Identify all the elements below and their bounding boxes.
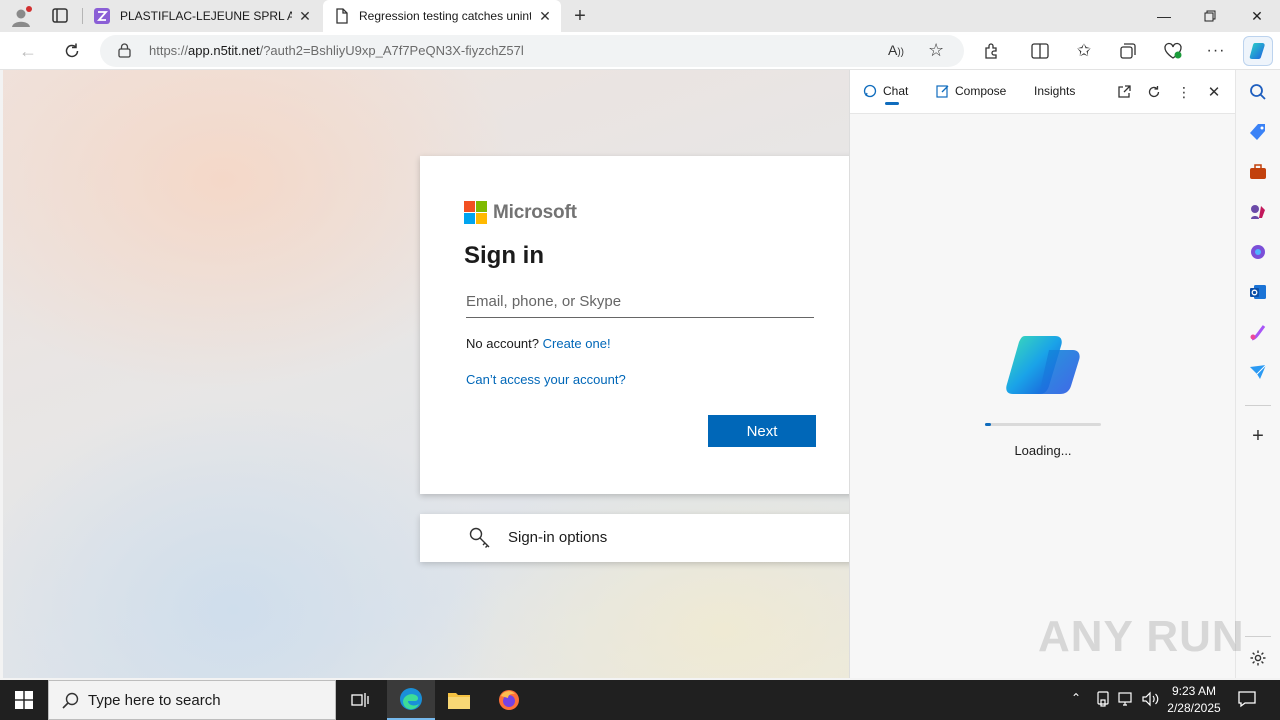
tab-actions-icon xyxy=(52,8,68,23)
back-arrow-icon[interactable]: ← xyxy=(14,37,42,65)
pane-more-icon[interactable]: ⋮ xyxy=(1174,82,1194,102)
microsoft-logo-icon xyxy=(464,201,487,224)
tab-title: PLASTIFLAC-LEJEUNE SPRL Accè xyxy=(120,9,292,23)
active-tab-indicator xyxy=(885,102,899,105)
refresh-icon[interactable] xyxy=(58,37,86,65)
sidebar-games-icon[interactable] xyxy=(1248,202,1268,222)
screen: PLASTIFLAC-LEJEUNE SPRL Accè ✕ Regressio… xyxy=(0,0,1280,720)
sidebar-shopping-icon[interactable] xyxy=(1248,122,1268,142)
tray-network-icon[interactable] xyxy=(1118,691,1136,710)
edge-sidebar: + xyxy=(1235,70,1280,678)
close-tab-icon[interactable]: ✕ xyxy=(297,8,313,24)
tray-volume-icon[interactable] xyxy=(1142,691,1160,710)
tab-insights[interactable]: Insights xyxy=(1034,84,1075,98)
restore-icon[interactable] xyxy=(1187,0,1233,32)
address-bar[interactable]: https://app.n5tit.net/?auth2=BshliyU9xp_… xyxy=(100,35,964,67)
microsoft-logo: Microsoft xyxy=(464,201,577,224)
key-icon xyxy=(468,526,492,555)
firefox-icon[interactable] xyxy=(485,680,533,720)
lock-icon[interactable] xyxy=(118,43,131,63)
sidebar-divider xyxy=(1245,405,1271,406)
search-placeholder: Type here to search xyxy=(88,692,221,709)
sidebar-send-icon[interactable] xyxy=(1248,362,1268,382)
browser-toolbar: ← https://app.n5tit.net/?auth2=BshliyU9x… xyxy=(0,32,1280,70)
tab-regression-testing[interactable]: Regression testing catches unint ✕ xyxy=(323,0,561,32)
tab-strip: PLASTIFLAC-LEJEUNE SPRL Accè ✕ Regressio… xyxy=(0,0,1280,32)
close-tab-icon[interactable]: ✕ xyxy=(537,8,553,24)
page-favicon-icon xyxy=(335,8,349,24)
email-input[interactable] xyxy=(466,286,814,318)
copilot-pane: Chat Compose Insights ⋮ ✕ Loading... xyxy=(849,70,1236,678)
task-view-icon[interactable] xyxy=(336,680,384,720)
no-account-text: No account? Create one! xyxy=(466,336,611,351)
signin-title: Sign in xyxy=(464,242,544,269)
clock-date: 2/28/2025 xyxy=(1167,701,1221,715)
tray-chevron-up-icon[interactable]: ⌃ xyxy=(1071,691,1081,705)
tab-separator xyxy=(82,8,83,24)
create-account-link[interactable]: Create one! xyxy=(543,336,611,351)
read-aloud-icon[interactable]: A)) xyxy=(888,42,904,58)
signin-options-label: Sign-in options xyxy=(508,529,608,546)
next-button[interactable]: Next xyxy=(708,415,816,447)
split-screen-icon[interactable] xyxy=(1026,37,1054,65)
sidebar-designer-icon[interactable] xyxy=(1248,322,1268,342)
search-icon xyxy=(62,692,79,714)
brand-name: Microsoft xyxy=(493,201,577,223)
new-tab-plus-icon[interactable]: + xyxy=(570,6,590,26)
sidebar-search-icon[interactable] xyxy=(1248,82,1268,102)
clock-time: 9:23 AM xyxy=(1171,684,1217,698)
z-favicon-icon xyxy=(94,8,110,24)
profile-avatar[interactable] xyxy=(10,6,32,28)
favorites-icon[interactable]: ✩ xyxy=(1070,37,1098,65)
taskbar-search-box[interactable]: Type here to search xyxy=(48,680,336,720)
url-text: https://app.n5tit.net/?auth2=BshliyU9xp_… xyxy=(149,43,524,58)
sidebar-divider xyxy=(1245,636,1271,637)
copilot-logo-icon xyxy=(1005,334,1081,407)
window-close-icon[interactable]: ✕ xyxy=(1234,0,1280,32)
sidebar-tools-icon[interactable] xyxy=(1248,162,1268,182)
web-page: Microsoft Sign in No account? Create one… xyxy=(3,70,849,678)
loading-progress-bar xyxy=(985,423,1101,426)
taskbar-edge-icon[interactable] xyxy=(387,680,435,720)
signin-options-button[interactable]: Sign-in options xyxy=(420,514,849,562)
tab-compose[interactable]: Compose xyxy=(936,84,1006,98)
tab-chat[interactable]: Chat xyxy=(863,84,908,105)
notifications-icon[interactable] xyxy=(1238,690,1256,711)
tab-title: Regression testing catches unint xyxy=(359,9,531,23)
minimize-icon[interactable]: — xyxy=(1141,0,1187,32)
sidebar-settings-gear-icon[interactable] xyxy=(1248,648,1268,668)
start-button[interactable] xyxy=(0,680,48,720)
compose-icon xyxy=(936,85,949,98)
copilot-icon xyxy=(1249,43,1265,59)
extensions-icon[interactable] xyxy=(978,37,1006,65)
anyrun-watermark: ANY RUN xyxy=(1038,612,1245,661)
signin-card: Microsoft Sign in No account? Create one… xyxy=(420,156,849,494)
cant-access-link[interactable]: Can’t access your account? xyxy=(466,372,626,387)
loading-text: Loading... xyxy=(1014,443,1072,458)
tray-network-device-icon[interactable] xyxy=(1096,691,1110,710)
windows-logo-icon xyxy=(15,691,33,709)
tab-actions-button[interactable] xyxy=(50,7,70,25)
loading-progress-fill xyxy=(985,423,991,426)
pane-refresh-icon[interactable] xyxy=(1144,82,1164,102)
sidebar-outlook-icon[interactable] xyxy=(1248,282,1268,302)
more-options-icon[interactable]: ··· xyxy=(1202,37,1230,65)
favorite-star-icon[interactable]: ☆ xyxy=(928,40,944,61)
copilot-pane-header: Chat Compose Insights ⋮ ✕ xyxy=(850,70,1236,114)
pane-close-icon[interactable]: ✕ xyxy=(1204,82,1224,102)
sidebar-add-icon[interactable]: + xyxy=(1248,425,1268,447)
copilot-button[interactable] xyxy=(1243,36,1273,66)
chat-icon xyxy=(863,84,877,98)
open-in-new-icon[interactable] xyxy=(1114,82,1134,102)
collections-icon[interactable] xyxy=(1114,37,1142,65)
browser-essentials-icon[interactable] xyxy=(1159,37,1187,65)
taskbar: Type here to search ⌃ 9:23 AM 2/28/2025 xyxy=(0,680,1280,720)
tab-plastiflac[interactable]: PLASTIFLAC-LEJEUNE SPRL Accè ✕ xyxy=(84,0,321,32)
sidebar-m365-icon[interactable] xyxy=(1248,242,1268,262)
profile-icon xyxy=(12,6,32,27)
taskbar-clock[interactable]: 9:23 AM 2/28/2025 xyxy=(1160,683,1228,717)
file-explorer-icon[interactable] xyxy=(435,680,483,720)
